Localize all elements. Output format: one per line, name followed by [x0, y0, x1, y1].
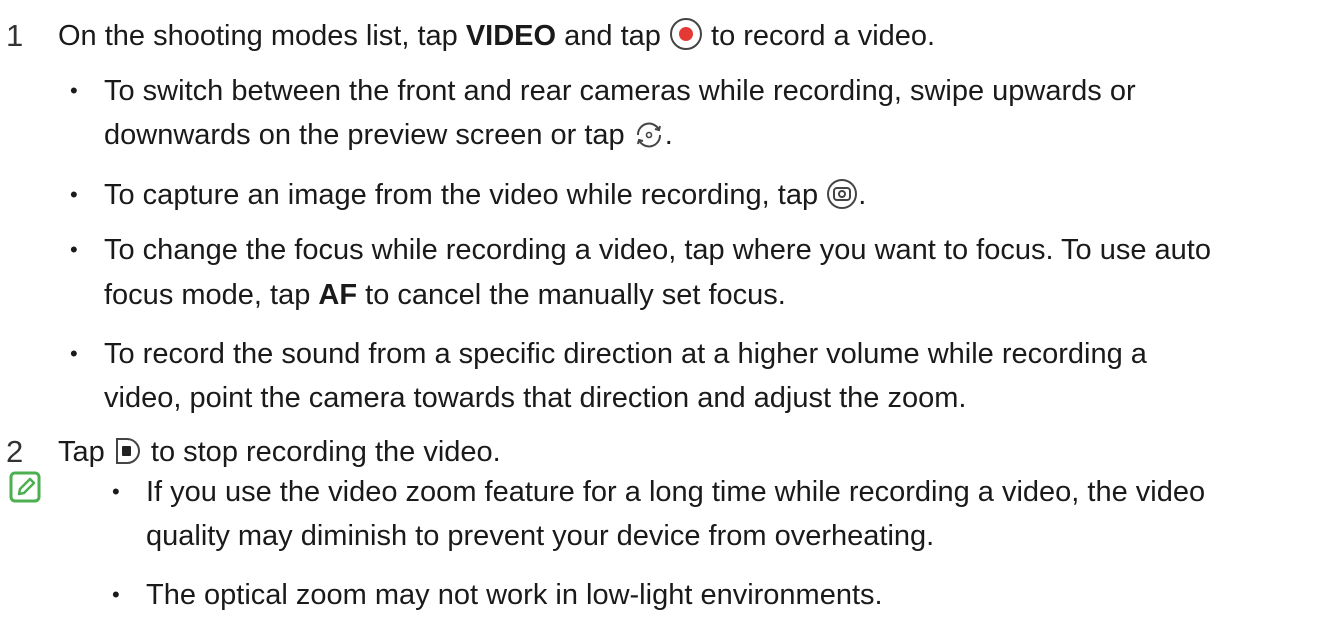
bullet-text-end: . — [858, 179, 867, 211]
bullet-text-part: to cancel the manually set focus. — [357, 279, 786, 311]
bullet-dot: • — [70, 341, 78, 366]
record-button-icon — [669, 17, 703, 62]
note-icon — [8, 470, 42, 515]
video-mode-label: VIDEO — [465, 20, 557, 52]
bullet-text-part: To capture an image from the video while… — [104, 179, 819, 211]
step-2-text-pre: Tap — [58, 436, 113, 468]
step-1-text: On the shooting modes list, tap VIDEO an… — [58, 16, 935, 62]
step-number: 2 — [6, 434, 24, 469]
note-text: quality may diminish to prevent your dev… — [146, 520, 935, 552]
note-text: If you use the video zoom feature for a … — [146, 476, 1206, 508]
bullet-text: To switch between the front and rear cam… — [104, 75, 1136, 107]
bullet-text-part: downwards on the preview screen or tap — [104, 119, 625, 151]
bullet-text: To change the focus while recording a vi… — [104, 234, 1211, 266]
step-2-text-post: to stop recording the video. — [142, 436, 501, 468]
bullet-text: To record the sound from a specific dire… — [104, 338, 1147, 370]
step-number: 1 — [6, 18, 24, 53]
bullet-text-part: focus mode, tap — [104, 279, 319, 311]
step-1-text-mid: and tap — [556, 20, 669, 52]
bullet-text: To capture an image from the video while… — [104, 175, 866, 221]
step-1-text-pre: On the shooting modes list, tap — [58, 20, 466, 52]
af-label: AF — [318, 279, 358, 311]
bullet-text: video, point the camera towards that dir… — [104, 382, 967, 414]
bullet-dot: • — [112, 582, 120, 607]
bullet-text: downwards on the preview screen or tap . — [104, 115, 673, 161]
bullet-text-end: . — [664, 119, 673, 151]
note-text: The optical zoom may not work in low-lig… — [146, 579, 883, 611]
bullet-dot: • — [70, 237, 78, 262]
bullet-dot: • — [70, 78, 78, 103]
step-1-text-post: to record a video. — [702, 20, 936, 52]
capture-image-icon — [826, 178, 858, 221]
bullet-dot: • — [112, 479, 120, 504]
switch-camera-icon — [633, 120, 665, 161]
bullet-text: focus mode, tap AF to cancel the manuall… — [104, 275, 786, 315]
bullet-dot: • — [70, 182, 78, 207]
